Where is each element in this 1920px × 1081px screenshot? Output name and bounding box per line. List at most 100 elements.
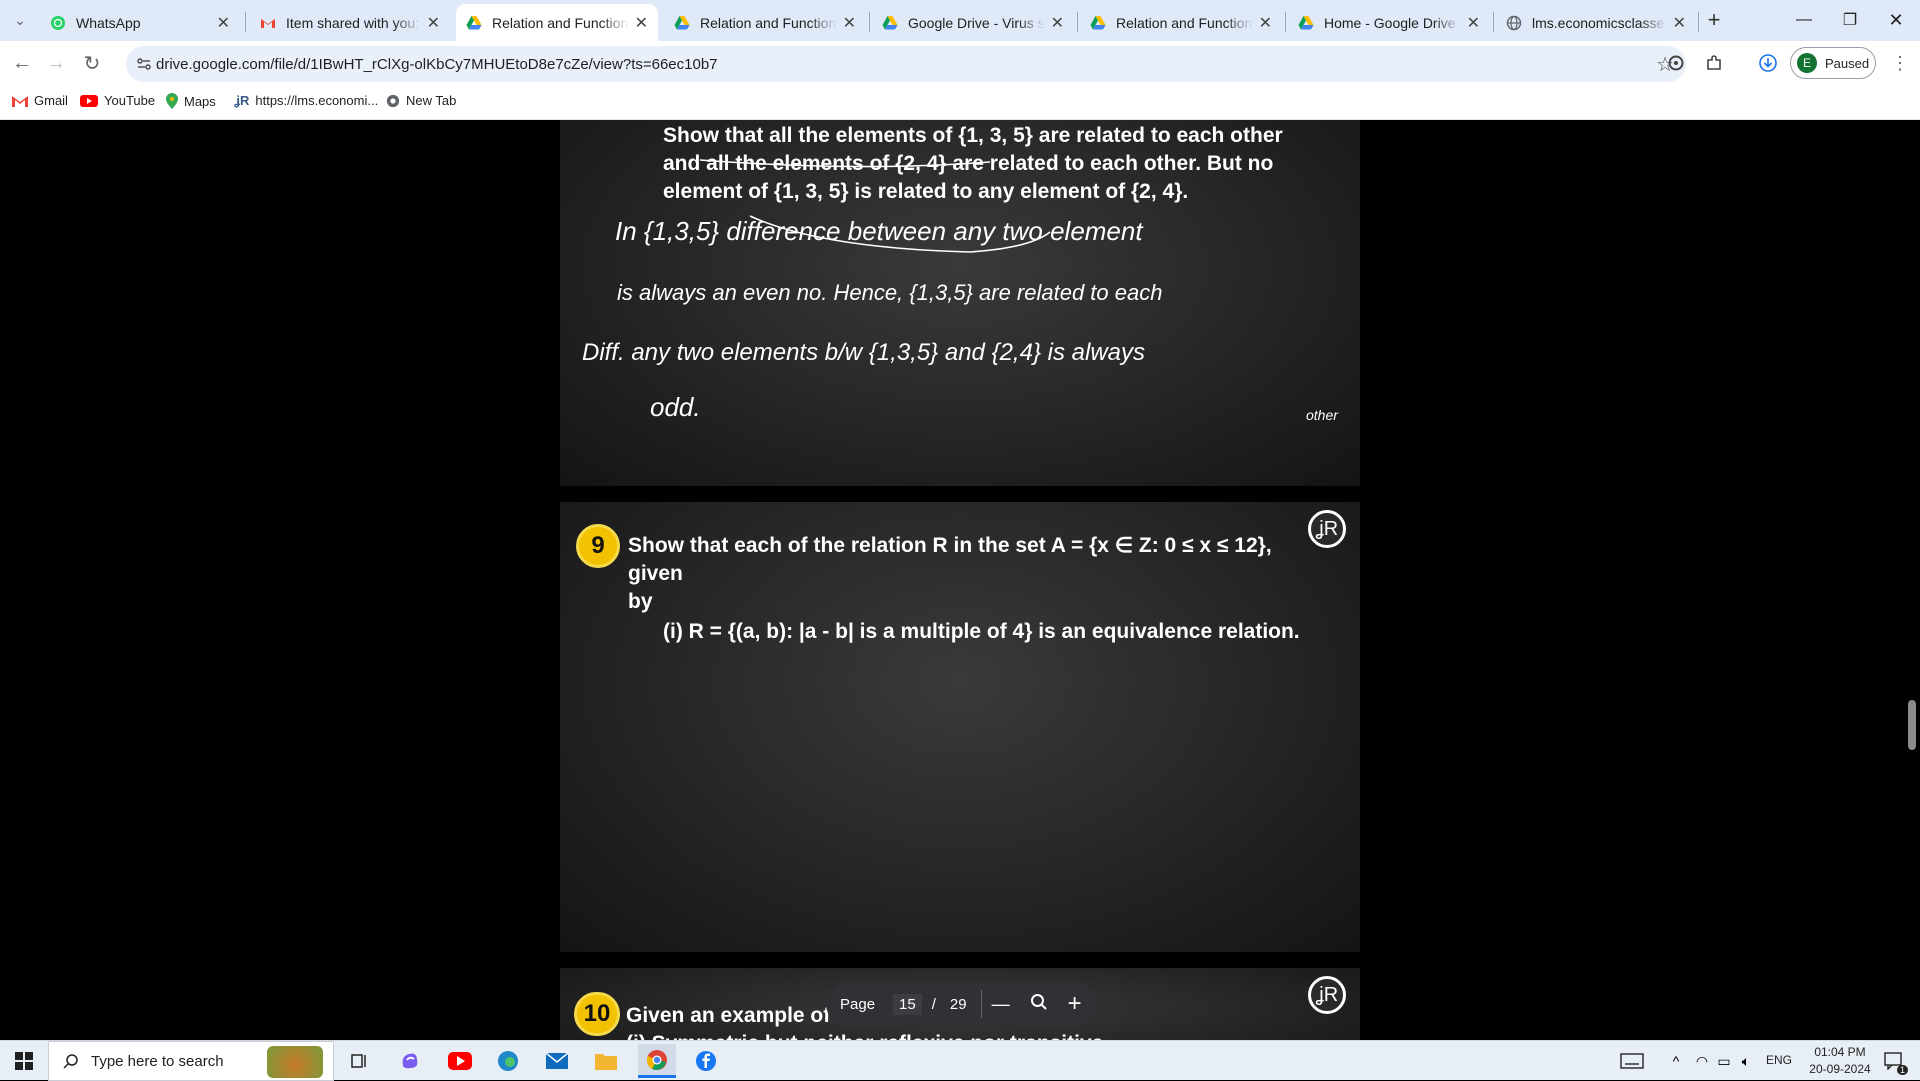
maps-pin-icon	[166, 93, 178, 109]
clock[interactable]: 01:04 PM 20-09-2024	[1800, 1044, 1880, 1078]
url-text: drive.google.com/file/d/1IBwHT_rClXg-olK…	[156, 55, 718, 73]
tab-divider	[245, 12, 246, 32]
profile-button[interactable]: E Paused	[1790, 47, 1876, 79]
drive-icon	[1298, 15, 1314, 29]
tab-divider	[1493, 12, 1494, 32]
handwriting-line: odd.	[650, 392, 701, 422]
page-label: Page	[840, 995, 876, 1013]
chrome-taskbar-icon[interactable]	[638, 1044, 676, 1078]
volume-icon[interactable]: 🔈︎	[1732, 1047, 1760, 1075]
handwriting-line: In {1,3,5} difference between any two el…	[615, 216, 1144, 246]
close-icon[interactable]: ✕	[1673, 13, 1686, 33]
close-icon[interactable]: ✕	[635, 13, 648, 33]
zoom-icon[interactable]	[1030, 993, 1048, 1015]
pdf-viewer[interactable]: Show that all the elements of {1, 3, 5} …	[0, 120, 1920, 1040]
edge-icon[interactable]	[494, 1047, 522, 1075]
site-info-icon[interactable]	[136, 56, 152, 72]
minimize-button[interactable]: —	[1781, 0, 1827, 40]
time: 01:04 PM	[1814, 1045, 1866, 1059]
forward-button[interactable]: →	[40, 47, 72, 79]
toolbar: ← → ↻ drive.google.com/file/d/1IBwHT_rCl…	[0, 41, 1920, 85]
youtube-icon	[80, 94, 98, 107]
tab-gmail[interactable]: Item shared with you: "Re ✕	[250, 4, 450, 41]
tab-label: lms.economicsclasses.in/c	[1532, 14, 1667, 31]
taskbar: Type here to search ^ ◠ ▭ 🔈︎ ENG 01:04 P…	[0, 1040, 1920, 1081]
task-view-icon[interactable]	[346, 1047, 374, 1075]
restore-button[interactable]: ❐	[1827, 0, 1873, 40]
handwriting-line: Diff. any two elements b/w {1,3,5} and {…	[582, 339, 1145, 366]
download-icon[interactable]	[1752, 47, 1784, 79]
tab-whatsapp[interactable]: WhatsApp ✕	[40, 4, 240, 41]
bookmark-new-tab[interactable]: New Tab	[386, 93, 456, 108]
bookmark-youtube[interactable]: YouTube	[80, 93, 155, 108]
question-line: (i) R = {(a, b): |a - b| is a multiple o…	[663, 620, 1300, 643]
close-icon[interactable]: ✕	[217, 13, 230, 33]
pdf-page-question-9: 9 ʝR Show that each of the relation R in…	[560, 502, 1360, 952]
close-icon[interactable]: ✕	[1051, 13, 1064, 33]
taskbar-search-box[interactable]: Type here to search	[48, 1041, 334, 1081]
bookmark-label: Maps	[184, 93, 216, 109]
file-explorer-icon[interactable]	[592, 1047, 620, 1075]
youtube-app-icon[interactable]	[446, 1047, 474, 1075]
underline-stroke	[699, 159, 991, 168]
notification-count: 1	[1896, 1065, 1908, 1075]
date: 20-09-2024	[1809, 1062, 1871, 1076]
zoom-out-button[interactable]: —	[992, 994, 1010, 1015]
question-number-badge: 10	[574, 992, 620, 1036]
handwritten-annotations: In {1,3,5} difference between any two el…	[582, 159, 1339, 423]
windows-start-icon[interactable]	[10, 1047, 38, 1075]
address-bar[interactable]: drive.google.com/file/d/1IBwHT_rClXg-olK…	[126, 46, 1686, 82]
keyboard-icon[interactable]	[1618, 1047, 1646, 1075]
tab-relation-functions-active[interactable]: Relation and Functions cla ✕	[456, 4, 658, 41]
mail-icon[interactable]	[543, 1047, 571, 1075]
search-icon	[63, 1054, 78, 1069]
question-line: by	[628, 590, 653, 613]
tab-divider	[869, 12, 870, 32]
divider	[980, 990, 982, 1018]
drive-icon	[466, 15, 482, 29]
notification-icon[interactable]: 1	[1880, 1047, 1908, 1075]
tab-label: Relation and Functions - 2	[700, 14, 837, 31]
search-highlight-image	[267, 1046, 323, 1078]
zoom-in-button[interactable]: +	[1068, 990, 1082, 1018]
handwriting-line: other	[1306, 407, 1339, 423]
bookmark-label: https://lms.economi...	[255, 93, 379, 108]
question-number-badge: 9	[576, 524, 620, 568]
bookmark-lms[interactable]: ʝR https://lms.economi...	[234, 93, 378, 108]
tab-search-icon[interactable]: ⌄	[4, 4, 36, 36]
reload-button[interactable]: ↻	[76, 47, 108, 79]
scrollbar-thumb[interactable]	[1908, 700, 1916, 750]
tab-home-drive[interactable]: Home - Google Drive ✕	[1288, 4, 1490, 41]
close-icon[interactable]: ✕	[843, 13, 856, 33]
extensions-icon[interactable]	[1698, 47, 1730, 79]
facebook-icon[interactable]	[692, 1047, 720, 1075]
close-icon[interactable]: ✕	[1259, 13, 1272, 33]
bookmark-gmail[interactable]: Gmail	[12, 93, 68, 108]
chevron-up-icon[interactable]: ^	[1662, 1047, 1690, 1075]
bookmark-label: Gmail	[34, 93, 68, 108]
close-icon[interactable]: ✕	[1467, 13, 1480, 33]
question-text: Show that each of the relation R in the …	[628, 532, 1328, 646]
tab-divider	[1285, 12, 1286, 32]
drive-icon	[882, 15, 898, 29]
page-number-input[interactable]: 15	[893, 993, 922, 1015]
bookmark-maps[interactable]: Maps	[166, 93, 216, 109]
tab-label: Item shared with you: "Re	[286, 14, 421, 31]
tab-relation-functions-2[interactable]: Relation and Functions - 2 ✕	[664, 4, 866, 41]
tab-lms[interactable]: lms.economicsclasses.in/c ✕	[1496, 4, 1696, 41]
page-total: 29	[949, 995, 967, 1013]
copilot-icon[interactable]	[396, 1047, 424, 1075]
close-icon[interactable]: ✕	[427, 13, 440, 33]
back-button[interactable]: ←	[6, 47, 38, 79]
new-tab-button[interactable]: +	[1698, 4, 1730, 36]
lens-icon[interactable]	[1660, 47, 1692, 79]
language-indicator[interactable]: ENG	[1766, 1053, 1792, 1067]
question-line: Show that each of the relation R in the …	[628, 534, 1272, 585]
menu-icon[interactable]: ⋮	[1884, 47, 1916, 79]
whatsapp-icon	[51, 15, 65, 30]
tab-label: Relation and Functions cla	[492, 14, 629, 31]
tab-virus-scan[interactable]: Google Drive - Virus scan ✕	[872, 4, 1074, 41]
close-window-button[interactable]: ✕	[1873, 0, 1919, 40]
gmail-icon	[12, 95, 28, 107]
tab-relation-functions-3[interactable]: Relation and Functions cla ✕	[1080, 4, 1282, 41]
